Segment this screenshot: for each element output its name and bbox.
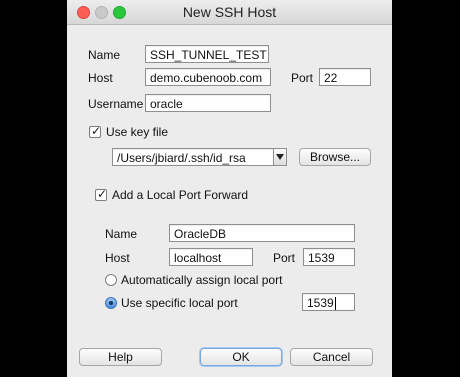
username-field[interactable]: oracle: [145, 94, 271, 112]
help-button[interactable]: Help: [79, 348, 162, 366]
forward-port-field[interactable]: 1539: [303, 248, 355, 266]
host-label: Host: [88, 71, 113, 85]
specific-port-field[interactable]: 1539: [302, 293, 355, 311]
checkmark-icon: ✓: [91, 124, 102, 138]
add-local-port-forward-checkbox[interactable]: ✓: [95, 187, 108, 201]
auto-assign-port-radio[interactable]: [105, 274, 117, 286]
checkmark-icon: ✓: [97, 187, 108, 201]
new-ssh-host-dialog: New SSH Host Name SSH_TUNNEL_TEST Host d…: [67, 0, 392, 377]
use-key-file-label: Use key file: [106, 125, 169, 139]
cancel-button-label: Cancel: [312, 350, 351, 364]
text-cursor: [334, 297, 336, 310]
forward-host-label: Host: [105, 251, 130, 265]
add-local-port-forward-label: Add a Local Port Forward: [112, 188, 249, 202]
forward-name-label: Name: [105, 227, 138, 241]
auto-assign-port-label: Automatically assign local port: [121, 273, 283, 287]
forward-name-field[interactable]: OracleDB: [169, 224, 355, 242]
name-label: Name: [88, 48, 121, 62]
specific-port-label: Use specific local port: [121, 296, 238, 310]
ok-button[interactable]: OK: [200, 348, 282, 366]
radio-selected-dot: [109, 301, 113, 305]
use-key-file-checkbox[interactable]: ✓: [89, 124, 102, 138]
help-button-label: Help: [108, 350, 133, 364]
forward-host-field[interactable]: localhost: [169, 248, 253, 266]
forward-port-label: Port: [273, 251, 296, 265]
specific-port-radio[interactable]: [105, 297, 117, 309]
window-title: New SSH Host: [182, 4, 277, 20]
key-file-path-field[interactable]: /Users/jbiard/.ssh/id_rsa: [112, 148, 274, 166]
name-field[interactable]: SSH_TUNNEL_TEST: [145, 45, 269, 63]
cancel-button[interactable]: Cancel: [290, 348, 373, 366]
chevron-down-icon[interactable]: [273, 148, 287, 166]
port-label: Port: [291, 71, 314, 85]
username-label: Username: [88, 97, 144, 111]
specific-port-value: 1539: [307, 296, 334, 310]
browse-button[interactable]: Browse...: [299, 148, 371, 166]
port-field[interactable]: 22: [319, 68, 371, 86]
title-bar[interactable]: New SSH Host: [67, 0, 392, 25]
host-field[interactable]: demo.cubenoob.com: [145, 68, 271, 86]
ok-button-label: OK: [232, 350, 250, 364]
browse-button-label: Browse...: [309, 150, 360, 164]
